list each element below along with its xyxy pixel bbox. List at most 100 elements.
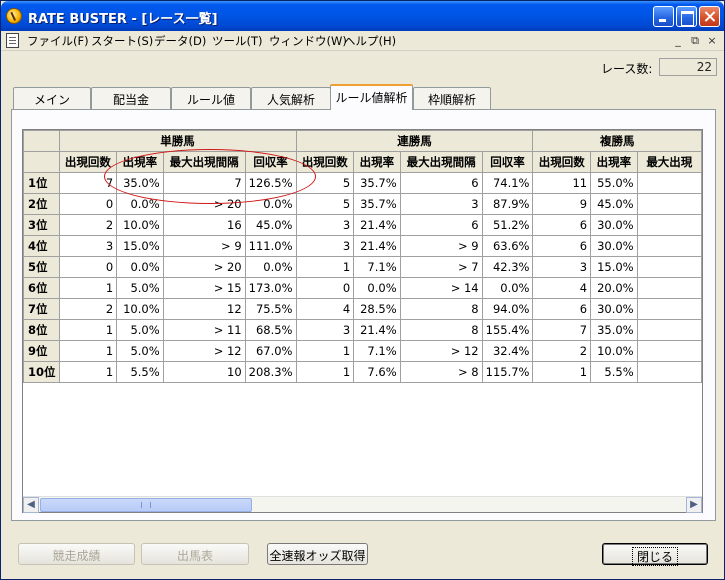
table-row[interactable]: 5位 0 0.0% > 20 0.0% 1 7.1% > 7 42.3% 3 15.0% — [23, 256, 702, 278]
grid-cell[interactable]: > 11 — [162, 319, 246, 341]
grid-cell[interactable]: 3 — [399, 193, 483, 215]
table-row[interactable]: 2位 0 0.0% > 20 0.0% 5 35.7% 3 87.9% 9 45.0% — [23, 193, 702, 215]
grid-cell[interactable]: 5 — [295, 193, 355, 215]
analysis-grid[interactable]: 単勝馬 連勝馬 複勝馬 出現回数 出現率 最大出現間隔 回収率 出現回数 出現率 最大出現間… — [22, 129, 703, 513]
grid-cell[interactable]: 51.2% — [481, 214, 534, 236]
grid-cell[interactable]: 5.5% — [590, 361, 638, 383]
column-header[interactable]: 出現回数 — [58, 151, 118, 173]
grid-cell[interactable]: 0.0% — [244, 193, 297, 215]
grid-cell[interactable]: 6 — [532, 235, 592, 257]
grid-cell[interactable]: 0.0% — [244, 256, 297, 278]
grid-cell[interactable]: 115.7% — [481, 361, 534, 383]
grid-cell[interactable]: 208.3% — [244, 361, 297, 383]
grid-cell[interactable]: 3 — [532, 256, 592, 278]
close-window-button[interactable] — [699, 6, 720, 27]
grid-cell[interactable]: 9 — [532, 193, 592, 215]
grid-cell[interactable]: 1 — [58, 361, 118, 383]
grid-cell[interactable]: 74.1% — [481, 172, 534, 194]
column-header[interactable]: 最大出現間隔 — [399, 151, 483, 173]
grid-cell[interactable]: > 9 — [162, 235, 246, 257]
table-row[interactable]: 3位 2 10.0% 16 45.0% 3 21.4% 6 51.2% 6 30.0% — [23, 214, 702, 236]
grid-cell[interactable]: 5 — [295, 172, 355, 194]
grid-cell[interactable]: 10.0% — [116, 298, 164, 320]
tab-rule-value[interactable]: ルール値 — [171, 87, 251, 109]
horizontal-scrollbar[interactable]: ◀ ▶ — [23, 496, 702, 513]
grid-cell[interactable]: 3 — [295, 214, 355, 236]
grid-cell[interactable] — [636, 361, 702, 383]
table-row[interactable]: 9位 1 5.0% > 12 67.0% 1 7.1% > 12 32.4% 2 10.0% — [23, 340, 702, 362]
grid-cell[interactable]: 0 — [295, 277, 355, 299]
grid-cell[interactable]: 42.3% — [481, 256, 534, 278]
menu-start[interactable]: スタート(S) — [91, 33, 153, 49]
column-header[interactable]: 出現回数 — [295, 151, 355, 173]
grid-cell[interactable]: 1 — [532, 361, 592, 383]
grid-cell[interactable]: 87.9% — [481, 193, 534, 215]
grid-cell[interactable]: 7 — [58, 172, 118, 194]
grid-cell[interactable]: 6 — [532, 298, 592, 320]
grid-cell[interactable]: 7.1% — [353, 256, 401, 278]
column-header[interactable]: 出現率 — [590, 151, 638, 173]
grid-cell[interactable]: 6 — [399, 214, 483, 236]
grid-cell[interactable]: > 14 — [399, 277, 483, 299]
grid-cell[interactable]: 4 — [295, 298, 355, 320]
grid-cell[interactable]: 32.4% — [481, 340, 534, 362]
tab-payout[interactable]: 配当金 — [91, 87, 171, 109]
grid-cell[interactable]: 7 — [162, 172, 246, 194]
tab-main[interactable]: メイン — [13, 87, 91, 109]
grid-cell[interactable]: > 20 — [162, 193, 246, 215]
grid-cell[interactable]: 7.6% — [353, 361, 401, 383]
table-row[interactable]: 8位 1 5.0% > 11 68.5% 3 21.4% 8 155.4% 7 35.0% — [23, 319, 702, 341]
grid-cell[interactable]: 68.5% — [244, 319, 297, 341]
grid-cell[interactable]: 12 — [162, 298, 246, 320]
grid-cell[interactable]: > 12 — [399, 340, 483, 362]
grid-cell[interactable]: 8 — [399, 298, 483, 320]
grid-cell[interactable]: 35.0% — [116, 172, 164, 194]
grid-cell[interactable] — [636, 298, 702, 320]
grid-cell[interactable]: 35.7% — [353, 193, 401, 215]
grid-cell[interactable]: 0 — [58, 256, 118, 278]
grid-cell[interactable]: 173.0% — [244, 277, 297, 299]
grid-cell[interactable]: 2 — [58, 214, 118, 236]
grid-cell[interactable] — [636, 277, 702, 299]
tab-popularity-analysis[interactable]: 人気解析 — [251, 87, 331, 109]
grid-cell[interactable]: 126.5% — [244, 172, 297, 194]
grid-cell[interactable]: > 20 — [162, 256, 246, 278]
grid-cell[interactable]: 30.0% — [590, 235, 638, 257]
grid-cell[interactable]: 10 — [162, 361, 246, 383]
grid-cell[interactable]: 1 — [295, 256, 355, 278]
grid-cell[interactable]: 0.0% — [116, 193, 164, 215]
grid-cell[interactable] — [636, 214, 702, 236]
grid-cell[interactable]: 6 — [532, 214, 592, 236]
scrollbar-thumb[interactable] — [40, 498, 252, 512]
menu-data[interactable]: データ(D) — [154, 33, 206, 49]
grid-cell[interactable]: 30.0% — [590, 214, 638, 236]
grid-cell[interactable]: 5.0% — [116, 277, 164, 299]
table-row[interactable]: 10位 1 5.5% 10 208.3% 1 7.6% > 8 115.7% 1 5.5% — [23, 361, 702, 383]
grid-cell[interactable]: 0 — [58, 193, 118, 215]
grid-cell[interactable]: 63.6% — [481, 235, 534, 257]
grid-cell[interactable]: 0.0% — [116, 256, 164, 278]
table-row[interactable]: 4位 3 15.0% > 9 111.0% 3 21.4% > 9 63.6% 6 30.0% — [23, 235, 702, 257]
grid-cell[interactable]: 7.1% — [353, 340, 401, 362]
grid-cell[interactable]: > 9 — [399, 235, 483, 257]
grid-cell[interactable]: 10.0% — [590, 340, 638, 362]
grid-cell[interactable]: 3 — [295, 235, 355, 257]
grid-cell[interactable]: 45.0% — [590, 193, 638, 215]
grid-cell[interactable]: 45.0% — [244, 214, 297, 236]
grid-cell[interactable]: 11 — [532, 172, 592, 194]
grid-cell[interactable]: 6 — [399, 172, 483, 194]
minimize-button[interactable] — [653, 6, 674, 27]
grid-cell[interactable]: 4 — [532, 277, 592, 299]
menu-help[interactable]: ヘルプ(H) — [344, 33, 396, 49]
grid-cell[interactable]: > 8 — [399, 361, 483, 383]
column-header[interactable]: 出現率 — [353, 151, 401, 173]
grid-cell[interactable]: 10.0% — [116, 214, 164, 236]
grid-cell[interactable]: 2 — [532, 340, 592, 362]
grid-cell[interactable]: 30.0% — [590, 298, 638, 320]
grid-cell[interactable]: 28.5% — [353, 298, 401, 320]
column-header[interactable]: 回収率 — [481, 151, 534, 173]
column-header[interactable]: 最大出現間隔 — [162, 151, 246, 173]
table-row[interactable]: 6位 1 5.0% > 15 173.0% 0 0.0% > 14 0.0% 4 20.0% — [23, 277, 702, 299]
tab-rule-value-analysis[interactable]: ルール値解析 — [330, 84, 413, 110]
grid-cell[interactable]: 15.0% — [116, 235, 164, 257]
